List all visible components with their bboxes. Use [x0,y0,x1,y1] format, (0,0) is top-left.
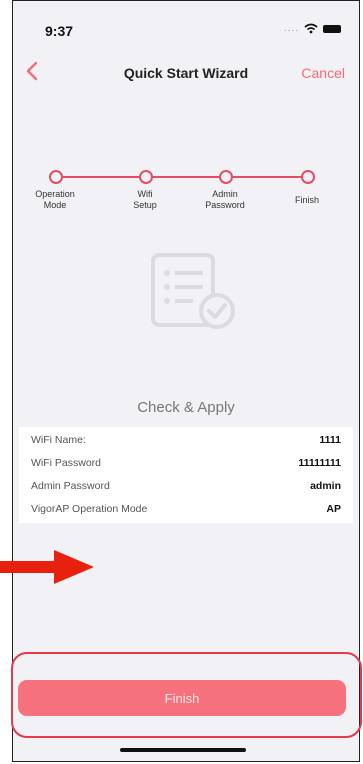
home-indicator [120,748,246,752]
step-label-line: Password [205,200,245,210]
step-connector [61,176,141,178]
step-label-finish: Finish [272,195,342,206]
summary-value: 11111111 [298,457,341,469]
summary-panel: WiFi Name: 1111 WiFi Password 11111111 A… [19,427,353,523]
status-icons: .... [284,23,341,34]
wizard-stepper: Operation Mode Wifi Setup Admin Password… [35,169,335,229]
status-time: 9:37 [45,23,74,39]
step-connector [233,176,307,178]
status-bar: 9:37 .... [13,1,359,53]
step-label-wifi-setup: Wifi Setup [110,189,180,211]
summary-key: WiFi Name: [31,434,86,446]
cancel-button[interactable]: Cancel [301,65,345,81]
step-label-line: Finish [294,195,319,205]
summary-key: VigorAP Operation Mode [31,503,148,515]
checklist-icon [151,253,235,329]
step-node-wifi-setup [139,170,153,184]
step-label-line: Mode [43,200,67,210]
summary-row-operation-mode: VigorAP Operation Mode AP [31,498,341,520]
step-label-admin-password: Admin Password [190,189,260,211]
step-label-line: Wifi [137,189,153,199]
summary-key: WiFi Password [31,457,102,469]
step-label-operation-mode: Operation Mode [20,189,90,211]
summary-value: 1111 [319,434,341,446]
signal-dots-icon: .... [283,23,299,34]
step-label-line: Admin [212,189,238,199]
step-connector [149,176,225,178]
summary-row-wifi-name: WiFi Name: 1111 [31,429,341,451]
summary-value: admin [310,480,341,492]
step-label-line: Setup [133,200,157,210]
nav-bar: Quick Start Wizard Cancel [13,53,359,93]
step-node-admin-password [219,170,233,184]
summary-row-admin-password: Admin Password admin [31,475,341,497]
phone-screen: 9:37 .... Quick Start Wizard Cancel Oper… [12,0,360,762]
battery-icon [323,24,341,33]
step-node-operation-mode [49,170,63,184]
step-node-finish [301,170,315,184]
wifi-icon [304,23,318,34]
check-apply-title: Check & Apply [137,399,235,416]
summary-row-wifi-password: WiFi Password 11111111 [31,452,341,474]
annotation-arrow-icon [0,550,94,584]
summary-value: AP [326,503,341,515]
summary-key: Admin Password [31,480,110,492]
step-label-line: Operation [35,189,75,199]
finish-button[interactable]: Finish [18,680,346,716]
